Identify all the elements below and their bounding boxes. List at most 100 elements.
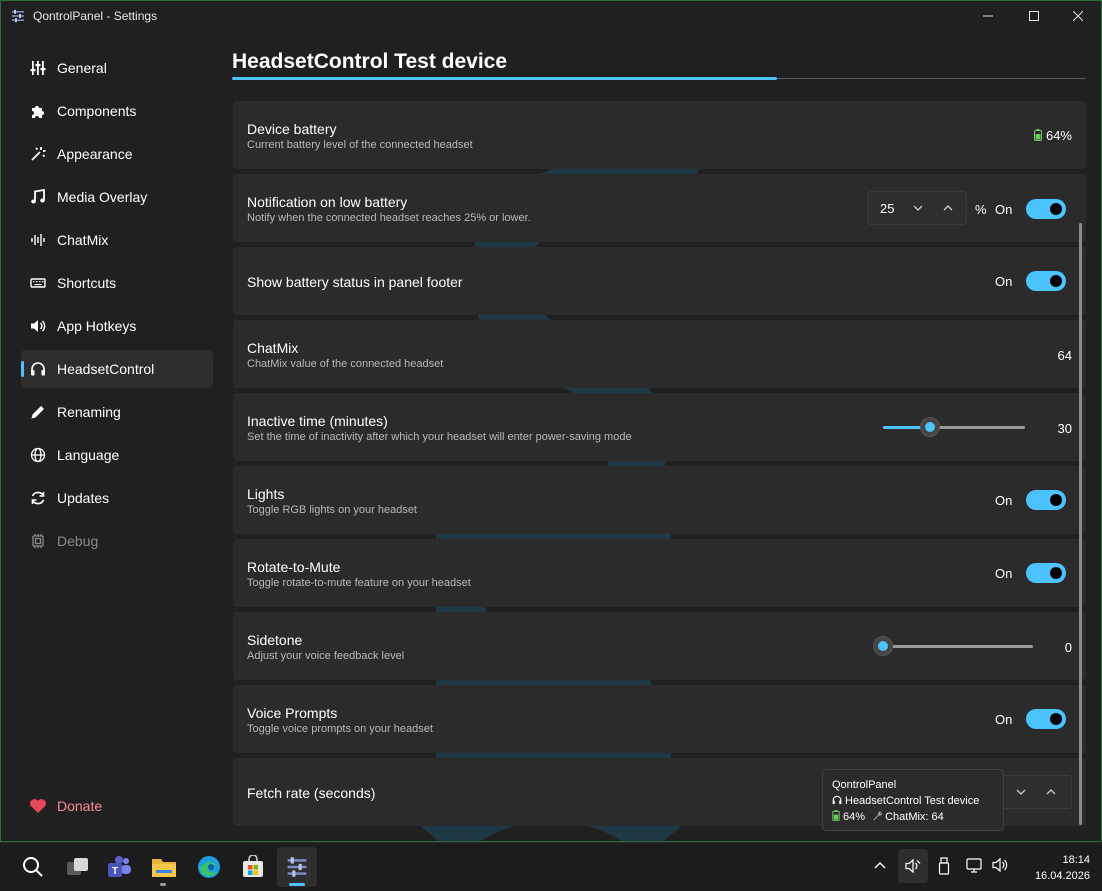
file-explorer-icon[interactable] [150,853,178,881]
title-bar: QontrolPanel - Settings [1,1,1101,31]
maximize-button[interactable] [1011,1,1057,31]
tooltip-battery: 64% [843,811,866,823]
teams-icon[interactable]: T [106,853,134,881]
sidebar-item-language[interactable]: Language [21,436,213,474]
sidetone-value: 0 [1064,640,1072,655]
sidebar-item-media-overlay[interactable]: Media Overlay [21,178,213,216]
edge-icon[interactable] [195,853,223,881]
threshold-value: 25 [880,201,895,216]
voice-prompts-toggle[interactable] [1026,709,1066,729]
tooltip-status-line: 64% ChatMix: 64 [832,809,994,825]
sidebar-item-appearance[interactable]: Appearance [21,135,213,173]
setting-title: Notification on low battery [247,194,408,210]
setting-title: Inactive time (minutes) [247,413,388,429]
chevron-down-icon[interactable] [1011,782,1031,802]
setting-title: Voice Prompts [247,705,338,721]
inactive-time-value: 30 [1057,421,1072,436]
setting-lights: Lights Toggle RGB lights on your headset… [233,466,1086,534]
sidebar-item-debug[interactable]: Debug [21,522,213,560]
sidebar-item-app-hotkeys[interactable]: App Hotkeys [21,307,213,345]
setting-device-battery: Device battery Current battery level of … [233,101,1086,169]
speaker-icon [29,317,47,335]
page-title: HeadsetControl Test device [232,50,508,73]
sidebar-item-general[interactable]: General [21,49,213,87]
usb-icon[interactable] [938,857,950,878]
slider-thumb[interactable] [919,417,940,437]
donate-button[interactable]: Donate [21,787,213,825]
active-indicator [289,883,305,886]
sidebar-item-components[interactable]: Components [21,92,213,130]
sidebar-item-shortcuts[interactable]: Shortcuts [21,264,213,302]
globe-icon [29,446,47,464]
sidebar-item-renaming[interactable]: Renaming [21,393,213,431]
percent-unit: % [975,202,987,217]
rotate-to-mute-toggle[interactable] [1026,563,1066,583]
setting-description: Toggle RGB lights on your headset [247,504,417,516]
store-icon[interactable] [239,853,267,881]
tray-tooltip: QontrolPanel HeadsetControl Test device … [822,769,1004,831]
close-button[interactable] [1055,1,1101,31]
taskbar: T 18:14 16.04.2026 [0,842,1102,891]
sidebar-item-label: Language [57,447,120,463]
setting-description: Current battery level of the connected h… [247,139,473,151]
tooltip-app-name: QontrolPanel [832,779,897,791]
sidebar-item-label: Renaming [57,404,121,420]
chevron-up-icon[interactable] [874,857,886,872]
music-note-icon [29,188,47,206]
lights-toggle[interactable] [1026,490,1066,510]
sidebar-item-updates[interactable]: Updates [21,479,213,517]
svg-text:T: T [112,866,118,877]
setting-rotate-to-mute: Rotate-to-Mute Toggle rotate-to-mute fea… [233,539,1086,607]
chevron-down-icon[interactable] [908,198,928,218]
search-icon[interactable] [19,853,47,881]
setting-description: Toggle voice prompts on your headset [247,723,433,735]
sidebar-item-label: Shortcuts [57,275,117,291]
waveform-icon [29,231,47,249]
chatmix-value: 64 [1057,348,1072,363]
system-clock[interactable]: 18:14 16.04.2026 [1020,852,1090,884]
wrench-icon [873,811,883,821]
title-accent-bar [232,77,777,80]
sidebar-item-label: Media Overlay [57,189,148,205]
setting-title: Show battery status in panel footer [247,274,463,290]
chevron-up-icon[interactable] [1041,782,1061,802]
task-view-icon[interactable] [64,853,92,881]
setting-chatmix: ChatMix ChatMix value of the connected h… [233,320,1086,388]
chevron-up-icon[interactable] [938,198,958,218]
network-icon[interactable] [966,857,984,876]
scrollbar[interactable] [1079,223,1082,825]
slider-track [883,645,1033,648]
running-indicator [160,883,166,886]
sidebar-item-label: General [57,60,107,76]
clock-time: 18:14 [1062,854,1090,866]
battery-icon [832,810,840,821]
setting-description: ChatMix value of the connected headset [247,358,444,370]
toggle-state: On [995,202,1013,217]
low-battery-threshold-spinbox[interactable]: 25 [867,191,967,225]
footer-status-toggle[interactable] [1026,271,1066,291]
sliders-icon [29,59,47,77]
qontrolpanel-icon[interactable] [277,847,317,887]
setting-description: Set the time of inactivity after which y… [247,431,632,443]
low-battery-toggle[interactable] [1026,199,1066,219]
minimize-button[interactable] [965,1,1011,31]
sidebar-item-label: Debug [57,533,99,549]
slider-thumb[interactable] [873,636,893,656]
sidebar-item-headsetcontrol[interactable]: HeadsetControl [21,350,213,388]
donate-label: Donate [57,798,103,814]
setting-low-battery: Notification on low battery Notify when … [233,174,1086,242]
puzzle-icon [29,102,47,120]
setting-description: Adjust your voice feedback level [247,650,405,662]
setting-sidetone: Sidetone Adjust your voice feedback leve… [233,612,1086,680]
toggle-state: On [995,566,1013,581]
battery-percent: 64% [1045,128,1072,143]
toggle-state: On [995,712,1013,727]
sidebar-item-chatmix[interactable]: ChatMix [21,221,213,259]
volume-icon[interactable] [992,857,1008,876]
setting-title: ChatMix [247,340,299,356]
tooltip-chatmix: ChatMix: 64 [885,811,944,823]
battery-value: 64% [1033,128,1072,143]
pencil-icon [29,403,47,421]
heart-icon [29,797,47,815]
headset-volume-tray-icon[interactable] [898,849,928,883]
